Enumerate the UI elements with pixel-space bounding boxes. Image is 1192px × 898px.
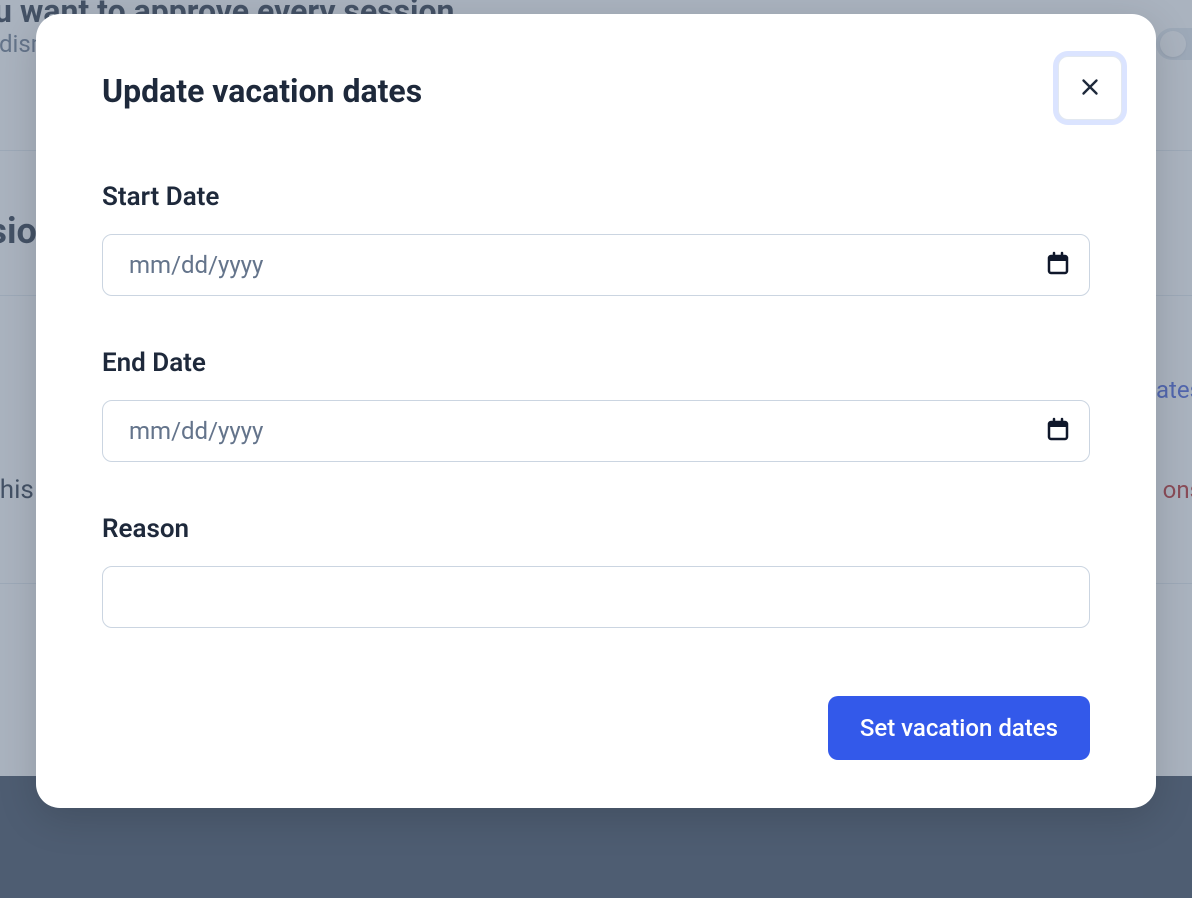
modal-footer: Set vacation dates (102, 696, 1090, 760)
end-date-input[interactable] (102, 400, 1090, 462)
update-vacation-dates-modal: Update vacation dates Start Date (36, 14, 1156, 808)
reason-label: Reason (102, 514, 1090, 544)
set-vacation-dates-button[interactable]: Set vacation dates (828, 696, 1090, 760)
start-date-input[interactable] (102, 234, 1090, 296)
close-icon (1077, 74, 1103, 103)
reason-input[interactable] (102, 566, 1090, 628)
end-date-group: End Date (102, 348, 1090, 462)
start-date-label: Start Date (102, 182, 1090, 212)
close-button[interactable] (1058, 56, 1122, 120)
reason-group: Reason (102, 514, 1090, 628)
start-date-group: Start Date (102, 182, 1090, 296)
modal-header: Update vacation dates (102, 72, 1090, 110)
modal-overlay[interactable]: Update vacation dates Start Date (0, 0, 1192, 898)
modal-title: Update vacation dates (102, 72, 422, 110)
end-date-label: End Date (102, 348, 1090, 378)
end-date-wrapper (102, 400, 1090, 462)
start-date-wrapper (102, 234, 1090, 296)
